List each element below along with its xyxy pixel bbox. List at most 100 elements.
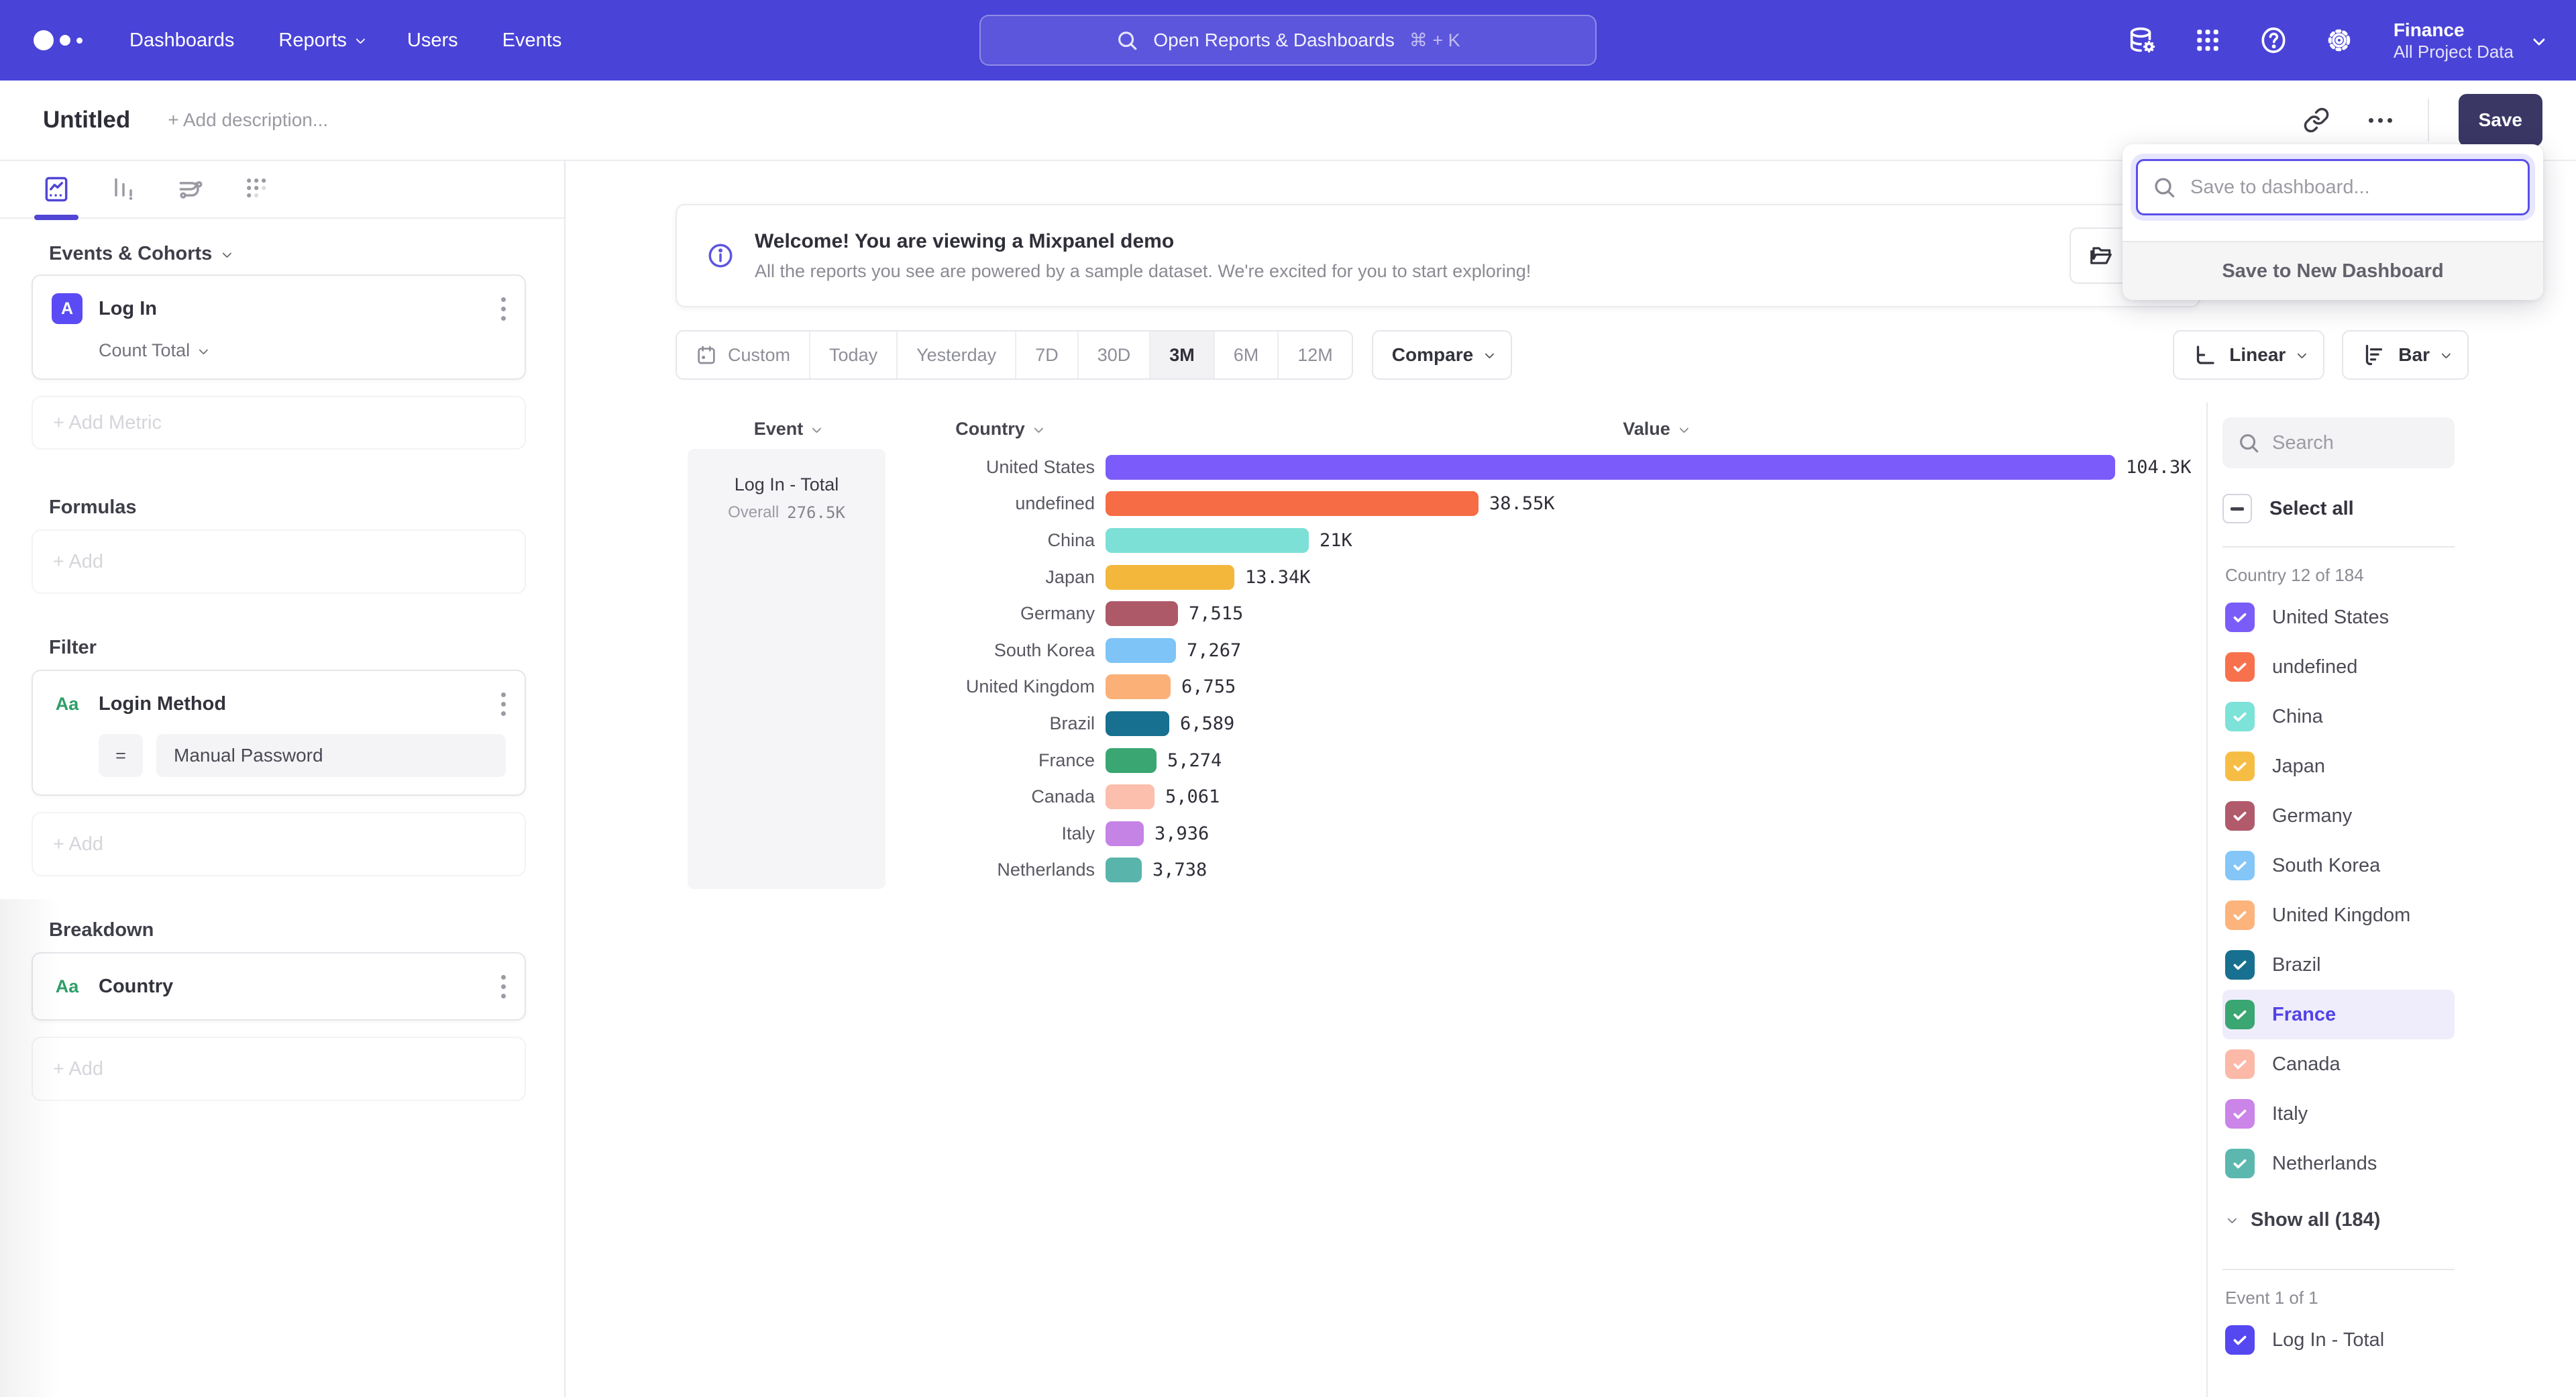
country-row-netherlands[interactable]: Netherlands xyxy=(2222,1139,2455,1188)
help-icon[interactable] xyxy=(2258,25,2289,56)
bar[interactable] xyxy=(1106,455,2115,480)
date-range-3m[interactable]: 3M xyxy=(1150,331,1215,378)
country-row-china[interactable]: China xyxy=(2222,692,2455,741)
project-switcher[interactable]: Finance All Project Data xyxy=(2394,18,2542,62)
report-title[interactable]: Untitled xyxy=(43,107,130,134)
date-range-7d[interactable]: 7D xyxy=(1016,331,1079,378)
metric-kebab-icon[interactable] xyxy=(501,307,506,311)
data-management-icon[interactable] xyxy=(2127,25,2157,56)
country-row-canada[interactable]: Canada xyxy=(2222,1039,2455,1089)
filter-kebab-icon[interactable] xyxy=(501,702,506,707)
bar[interactable] xyxy=(1106,858,1142,882)
date-range-custom[interactable]: Custom xyxy=(677,331,810,378)
breakdown-property-name[interactable]: Country xyxy=(99,976,173,998)
bar[interactable] xyxy=(1106,711,1169,736)
select-all-checkbox[interactable] xyxy=(2222,494,2252,523)
bar[interactable] xyxy=(1106,784,1155,809)
column-header-country[interactable]: Country xyxy=(894,419,1103,439)
country-row-italy[interactable]: Italy xyxy=(2222,1089,2455,1139)
checkbox[interactable] xyxy=(2225,1099,2255,1129)
checkbox[interactable] xyxy=(2225,1000,2255,1029)
copy-link-icon[interactable] xyxy=(2299,103,2334,138)
checkbox[interactable] xyxy=(2225,702,2255,731)
scale-dropdown[interactable]: Linear xyxy=(2173,330,2324,380)
bar-value-label: 5,061 xyxy=(1165,786,1220,807)
mixpanel-logo-icon[interactable] xyxy=(34,30,83,50)
filter-property-name[interactable]: Login Method xyxy=(99,693,226,715)
bar[interactable] xyxy=(1106,565,1234,590)
events-cohorts-heading[interactable]: Events & Cohorts xyxy=(49,243,526,265)
aggregation-dropdown[interactable]: Count Total xyxy=(99,340,506,361)
add-breakdown-button[interactable]: + Add xyxy=(32,1037,526,1101)
country-row-japan[interactable]: Japan xyxy=(2222,741,2455,791)
date-range-today[interactable]: Today xyxy=(810,331,898,378)
date-range-6m[interactable]: 6M xyxy=(1215,331,1279,378)
checkbox[interactable] xyxy=(2225,851,2255,880)
more-options-icon[interactable] xyxy=(2363,103,2398,138)
bar[interactable] xyxy=(1106,528,1309,553)
country-row-united-states[interactable]: United States xyxy=(2222,592,2455,642)
country-row-united-kingdom[interactable]: United Kingdom xyxy=(2222,890,2455,940)
chart-toolbar: CustomTodayYesterday7D30D3M6M12M Compare… xyxy=(676,330,2469,380)
metric-event-name[interactable]: Log In xyxy=(99,298,157,320)
checkbox[interactable] xyxy=(2225,752,2255,781)
checkbox[interactable] xyxy=(2225,1325,2255,1355)
chart-type-dropdown[interactable]: Bar xyxy=(2342,330,2469,380)
chevron-down-icon xyxy=(2533,33,2545,45)
tab-insights[interactable] xyxy=(42,161,71,217)
settings-gear-icon[interactable] xyxy=(2324,25,2355,56)
save-button[interactable]: Save xyxy=(2459,94,2542,146)
select-all-row[interactable]: Select all xyxy=(2222,494,2455,523)
show-all-button[interactable]: Show all (184) xyxy=(2222,1194,2455,1246)
checkbox[interactable] xyxy=(2225,801,2255,831)
checkbox[interactable] xyxy=(2225,603,2255,632)
tab-retention[interactable] xyxy=(243,161,272,217)
filter-operator-dropdown[interactable]: = xyxy=(99,734,143,777)
country-row-brazil[interactable]: Brazil xyxy=(2222,940,2455,990)
country-row-undefined[interactable]: undefined xyxy=(2222,642,2455,692)
checkbox[interactable] xyxy=(2225,652,2255,682)
checkbox[interactable] xyxy=(2225,1149,2255,1178)
country-row-south-korea[interactable]: South Korea xyxy=(2222,841,2455,890)
bar[interactable] xyxy=(1106,601,1178,626)
add-description-field[interactable]: + Add description... xyxy=(168,109,328,131)
country-row-france[interactable]: France xyxy=(2222,990,2455,1039)
nav-item-dashboards[interactable]: Dashboards xyxy=(129,30,234,52)
add-formula-button[interactable]: + Add xyxy=(32,529,526,594)
save-to-new-dashboard-button[interactable]: Save to New Dashboard xyxy=(2123,241,2543,300)
column-header-event[interactable]: Event xyxy=(688,419,885,439)
checkbox-label: Brazil xyxy=(2272,954,2321,976)
nav-item-reports[interactable]: Reports xyxy=(278,30,363,52)
checkbox[interactable] xyxy=(2225,950,2255,980)
save-to-dashboard-input[interactable] xyxy=(2136,159,2530,215)
bar[interactable] xyxy=(1106,821,1144,846)
breakdown-kebab-icon[interactable] xyxy=(501,984,506,989)
date-range-12m[interactable]: 12M xyxy=(1279,331,1352,378)
event-row-log-in---total[interactable]: Log In - Total xyxy=(2222,1315,2455,1365)
column-header-value[interactable]: Value xyxy=(1103,419,2206,439)
nav-item-users[interactable]: Users xyxy=(407,30,458,52)
date-range-yesterday[interactable]: Yesterday xyxy=(898,331,1016,378)
compare-button[interactable]: Compare xyxy=(1372,330,1512,380)
filter-value-field[interactable]: Manual Password xyxy=(156,734,506,777)
checkbox[interactable] xyxy=(2225,900,2255,930)
bar[interactable] xyxy=(1106,748,1157,773)
overall-label: Overall xyxy=(728,503,779,522)
checkbox[interactable] xyxy=(2225,1049,2255,1079)
bar[interactable] xyxy=(1106,491,1479,516)
property-type-badge: Aa xyxy=(52,688,83,719)
bar-category-label: Brazil xyxy=(894,713,1095,734)
tab-flows[interactable] xyxy=(176,161,205,217)
date-range-30d[interactable]: 30D xyxy=(1079,331,1151,378)
add-metric-button[interactable]: + Add Metric xyxy=(32,396,526,450)
bar[interactable] xyxy=(1106,638,1176,663)
add-filter-button[interactable]: + Add xyxy=(32,812,526,876)
bar[interactable] xyxy=(1106,674,1171,699)
global-search-button[interactable]: Open Reports & Dashboards ⌘ + K xyxy=(979,15,1597,66)
nav-item-events[interactable]: Events xyxy=(502,30,562,52)
overall-value: 276.5K xyxy=(787,503,845,522)
chart-row: Brazil6,589 xyxy=(894,705,2206,742)
apps-grid-icon[interactable] xyxy=(2192,25,2223,56)
tab-funnels[interactable] xyxy=(109,161,138,217)
country-row-germany[interactable]: Germany xyxy=(2222,791,2455,841)
